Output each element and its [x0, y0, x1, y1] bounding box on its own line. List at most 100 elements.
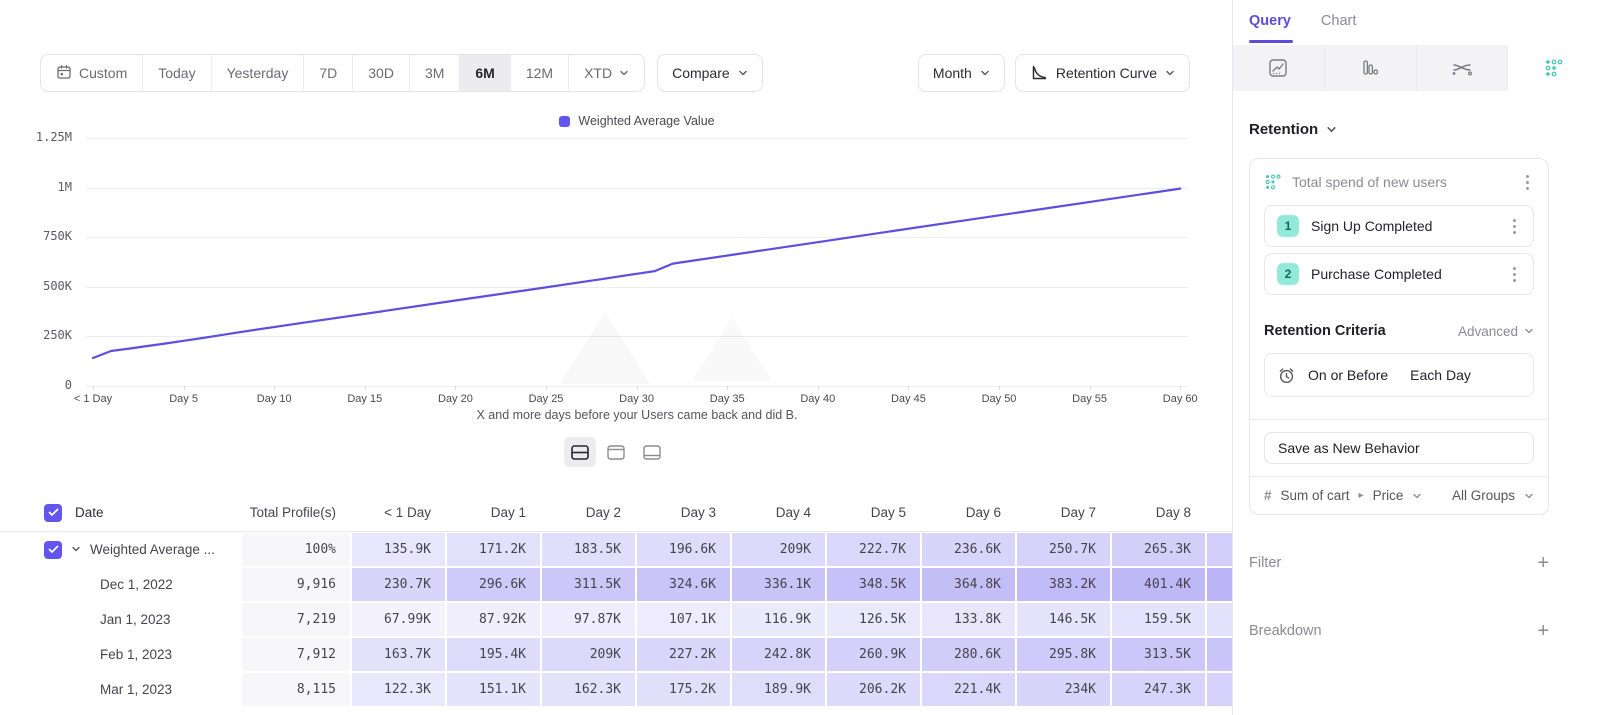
retention-curve-icon — [1030, 64, 1048, 82]
range-xtd[interactable]: XTD — [568, 55, 644, 91]
column-header: Day 1 — [447, 494, 540, 531]
total-profiles-cell: 8,115 — [242, 673, 350, 706]
measure-property[interactable]: Price — [1373, 488, 1404, 503]
chart-legend: Weighted Average Value — [86, 114, 1188, 128]
retention-value-cell: 135.9K — [352, 533, 445, 566]
weighted-average-line — [93, 189, 1180, 358]
range-today[interactable]: Today — [142, 55, 210, 91]
save-as-new-behavior-button[interactable]: Save as New Behavior — [1264, 432, 1534, 464]
range-yesterday[interactable]: Yesterday — [211, 55, 304, 91]
flow-chart-type-icon[interactable] — [1417, 45, 1509, 91]
row-label: Jan 1, 2023 — [100, 612, 171, 627]
row-label: Dec 1, 2022 — [100, 577, 173, 592]
x-axis-tick-label: Day 30 — [619, 393, 654, 405]
each-day-label[interactable]: Each Day — [1410, 367, 1471, 383]
advanced-dropdown[interactable]: Advanced — [1458, 324, 1534, 339]
event-step-2[interactable]: 2Purchase Completed — [1264, 253, 1534, 295]
alarm-clock-icon — [1277, 366, 1296, 385]
calendar-icon — [56, 64, 72, 83]
range-label: 12M — [526, 65, 553, 81]
event-step-1[interactable]: 1Sign Up Completed — [1264, 205, 1534, 247]
select-all-checkbox[interactable] — [44, 504, 62, 522]
table-view-toggle-icon[interactable] — [636, 437, 668, 467]
compare-label: Compare — [672, 65, 730, 81]
retention-value-cell: 336.1K — [732, 568, 825, 601]
table-row[interactable]: Feb 1, 20237,912163.7K195.4K209K227.2K24… — [0, 637, 1232, 672]
retention-value-cell: 348.5K — [827, 568, 920, 601]
granularity-button[interactable]: Month — [918, 54, 1005, 92]
all-groups-dropdown[interactable]: All Groups — [1452, 488, 1515, 503]
retention-value-cell: 401.4K — [1112, 568, 1205, 601]
kebab-menu-icon[interactable] — [1507, 267, 1521, 282]
total-profiles-cell: 9,916 — [242, 568, 350, 601]
column-header: Day 6 — [922, 494, 1015, 531]
table-row[interactable]: Mar 1, 20238,115122.3K151.1K162.3K175.2K… — [0, 672, 1232, 707]
x-axis-tick-label: Day 20 — [438, 393, 473, 405]
column-header: Day 3 — [637, 494, 730, 531]
retention-value-cell: 206.2K — [827, 673, 920, 706]
split-view-toggle-icon[interactable] — [564, 437, 596, 467]
x-axis-tick — [184, 386, 185, 390]
retention-value-cell: 107.1K — [637, 603, 730, 636]
range-label: 7D — [319, 65, 337, 81]
retention-value-cell: 260.9K — [827, 638, 920, 671]
x-axis-tick-label: Day 25 — [529, 393, 564, 405]
retention-value-cell: 280.6K — [922, 638, 1015, 671]
measure-row: # Sum of cart ▸ Price All Groups — [1250, 477, 1548, 514]
x-axis-tick — [546, 386, 547, 390]
range-12m[interactable]: 12M — [510, 55, 568, 91]
range-label: 3M — [425, 65, 444, 81]
x-axis-tick-label: Day 50 — [982, 393, 1017, 405]
retention-value-cell: 311.5K — [542, 568, 635, 601]
column-header: Day 8 — [1112, 494, 1205, 531]
retention-value-cell: 126.5K — [827, 603, 920, 636]
x-axis-tick — [93, 386, 94, 390]
line-chart-type-icon[interactable] — [1233, 45, 1325, 91]
chart-type-button[interactable]: Retention Curve — [1015, 54, 1190, 92]
range-label: XTD — [584, 65, 612, 81]
retention-value-cell: 183.5K — [542, 533, 635, 566]
range-7d[interactable]: 7D — [303, 55, 352, 91]
add-filter-button[interactable]: + — [1537, 553, 1549, 573]
range-3m[interactable]: 3M — [409, 55, 459, 91]
compare-button[interactable]: Compare — [657, 54, 763, 92]
bar-chart-type-icon[interactable] — [1325, 45, 1417, 91]
x-axis-tick — [274, 386, 275, 390]
retention-value-cell: 189.9K — [732, 673, 825, 706]
table-row[interactable]: Weighted Average ...100%135.9K171.2K183.… — [0, 532, 1232, 567]
retention-window-control[interactable]: On or Before Each Day — [1264, 353, 1534, 397]
retention-dots-icon — [1264, 173, 1282, 191]
chart-view-toggle-icon[interactable] — [600, 437, 632, 467]
tab-chart[interactable]: Chart — [1321, 13, 1356, 45]
section-title-retention[interactable]: Retention — [1233, 91, 1600, 138]
expand-chevron-icon[interactable] — [71, 542, 81, 557]
chart-type-selector-row — [1233, 45, 1600, 91]
kebab-menu-icon[interactable] — [1507, 219, 1521, 234]
on-or-before-label[interactable]: On or Before — [1308, 367, 1388, 383]
retention-value-cell: 133.8K — [922, 603, 1015, 636]
table-row[interactable]: Jan 1, 20237,21967.99K87.92K97.87K107.1K… — [0, 602, 1232, 637]
x-axis-tick — [1180, 386, 1181, 390]
retention-criteria-row: Retention Criteria Advanced — [1264, 323, 1534, 339]
retention-chart-type-icon[interactable] — [1508, 45, 1600, 91]
range-6m[interactable]: 6M — [459, 55, 509, 91]
add-breakdown-button[interactable]: + — [1537, 621, 1549, 641]
measure-label[interactable]: Sum of cart — [1281, 488, 1350, 503]
range-30d[interactable]: 30D — [352, 55, 409, 91]
column-header: Day 7 — [1017, 494, 1110, 531]
table-header-row: DateTotal Profile(s)< 1 DayDay 1Day 2Day… — [0, 494, 1232, 532]
x-axis-tick — [999, 386, 1000, 390]
row-label: Feb 1, 2023 — [100, 647, 172, 662]
retention-value-cell: 234K — [1017, 673, 1110, 706]
range-custom[interactable]: Custom — [41, 55, 142, 91]
table-row[interactable]: Dec 1, 20229,916230.7K296.6K311.5K324.6K… — [0, 567, 1232, 602]
active-tab-underline — [1249, 40, 1293, 43]
retention-value-cell: 222.7K — [827, 533, 920, 566]
row-label-cell: Dec 1, 2022 — [0, 568, 240, 601]
row-checkbox[interactable] — [44, 541, 62, 559]
y-axis-tick-label: 0 — [0, 378, 72, 392]
kebab-menu-icon[interactable] — [1520, 175, 1534, 190]
chevron-down-icon — [619, 68, 629, 78]
range-label: Yesterday — [227, 65, 289, 81]
x-axis-tick-label: Day 15 — [347, 393, 382, 405]
